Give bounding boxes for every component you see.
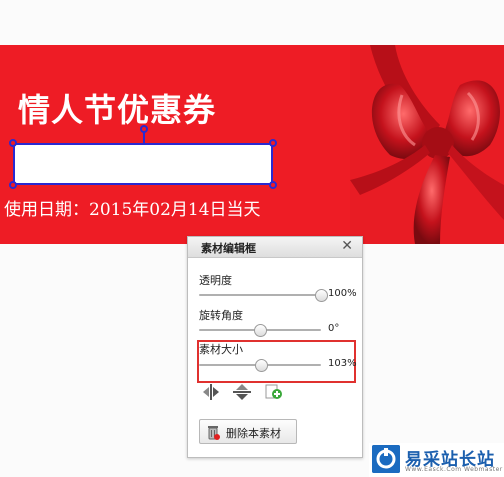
resize-handle-bottom-left[interactable] xyxy=(9,181,17,189)
close-icon[interactable]: ✕ xyxy=(341,238,353,254)
red-ribbon-bow-image xyxy=(350,45,504,244)
coupon-title: 情人节优惠券 xyxy=(18,91,217,129)
material-edit-panel: 素材编辑框 ✕ 透明度 100% 旋转角度 0° 素材大小 103% 删除本素材 xyxy=(187,236,363,458)
rotate-handle[interactable] xyxy=(140,125,148,133)
resize-handle-top-left[interactable] xyxy=(9,139,17,147)
coupon-date: 使用日期：2015年02月14日当天 xyxy=(4,200,261,220)
easck-logo-icon xyxy=(372,445,400,473)
opacity-slider[interactable] xyxy=(199,289,328,302)
size-value: 103% xyxy=(328,358,357,369)
opacity-label: 透明度 xyxy=(199,274,232,287)
rotation-label: 旋转角度 xyxy=(199,309,243,322)
panel-header: 素材编辑框 ✕ xyxy=(188,237,362,258)
add-layer-icon[interactable] xyxy=(264,383,284,401)
size-label: 素材大小 xyxy=(199,343,243,356)
selected-element-box[interactable] xyxy=(13,143,273,185)
watermark-url: Www.Easck.Com Webmaster xyxy=(405,466,503,473)
rotation-slider-thumb[interactable] xyxy=(254,324,267,337)
delete-material-label: 删除本素材 xyxy=(226,427,281,440)
site-watermark: 易采站长站 Www.Easck.Com Webmaster xyxy=(369,443,504,477)
panel-title: 素材编辑框 xyxy=(201,242,256,255)
flip-horizontal-icon[interactable] xyxy=(201,383,221,401)
rotation-slider[interactable] xyxy=(199,324,321,337)
resize-handle-top-right[interactable] xyxy=(269,139,277,147)
resize-handle-bottom-right[interactable] xyxy=(269,181,277,189)
size-slider[interactable] xyxy=(199,359,321,372)
flip-vertical-icon[interactable] xyxy=(232,383,252,401)
delete-material-button[interactable]: 删除本素材 xyxy=(199,419,297,444)
rotation-value: 0° xyxy=(328,323,340,334)
opacity-slider-thumb[interactable] xyxy=(315,289,328,302)
trash-icon xyxy=(208,426,220,440)
opacity-value: 100% xyxy=(328,288,357,299)
